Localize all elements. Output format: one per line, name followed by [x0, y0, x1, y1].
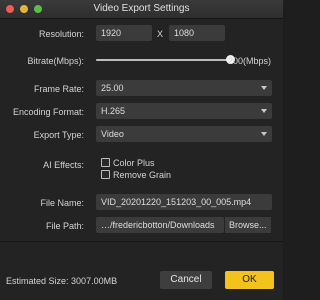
estimated-size-value: 3007.00MB — [71, 276, 118, 286]
bitrate-value: 200(Mbps) — [228, 56, 272, 66]
cancel-button[interactable]: Cancel — [160, 271, 212, 289]
video-export-settings-window: Video Export Settings Resolution: 1920 X… — [0, 0, 283, 300]
encoding-format-value: H.265 — [101, 106, 126, 116]
file-path-label: File Path: — [45, 221, 84, 231]
remove-grain-label: Remove Grain — [113, 170, 172, 180]
window-title: Video Export Settings — [93, 3, 190, 14]
export-type-select[interactable]: Video — [96, 126, 272, 142]
browse-button[interactable]: Browse... — [225, 217, 271, 233]
remove-grain-checkbox[interactable] — [101, 170, 110, 179]
color-plus-checkbox[interactable] — [101, 158, 110, 167]
frame-rate-label: Frame Rate: — [33, 84, 84, 94]
encoding-format-label: Encoding Format: — [12, 107, 84, 117]
title-bar[interactable]: Video Export Settings — [0, 0, 283, 19]
resolution-width-input[interactable]: 1920 — [96, 25, 152, 41]
chevron-down-icon — [261, 132, 267, 136]
color-plus-option[interactable]: Color Plus — [101, 158, 155, 168]
footer-divider — [0, 241, 283, 242]
bitrate-slider-track[interactable] — [96, 59, 230, 61]
resolution-height-input[interactable]: 1080 — [169, 25, 225, 41]
remove-grain-option[interactable]: Remove Grain — [101, 170, 171, 180]
chevron-down-icon — [261, 109, 267, 113]
bitrate-slider-fill — [96, 59, 230, 61]
resolution-label: Resolution: — [38, 29, 84, 39]
resolution-separator: X — [157, 29, 164, 39]
file-name-input[interactable]: VID_20201220_151203_00_005.mp4 — [96, 194, 272, 210]
file-path-input[interactable]: …/fredericbotton/Downloads — [96, 217, 224, 233]
bitrate-label: Bitrate(Mbps): — [27, 56, 84, 66]
frame-rate-select[interactable]: 25.00 — [96, 80, 272, 96]
export-type-label: Export Type: — [33, 130, 84, 140]
estimated-size-label: Estimated Size: — [6, 276, 69, 286]
frame-rate-value: 25.00 — [101, 83, 124, 93]
ai-effects-label: AI Effects: — [43, 160, 84, 170]
file-name-label: File Name: — [40, 198, 84, 208]
encoding-format-select[interactable]: H.265 — [96, 103, 272, 119]
ok-button[interactable]: OK — [225, 271, 274, 289]
chevron-down-icon — [261, 86, 267, 90]
estimated-size: Estimated Size: 3007.00MB — [6, 276, 117, 286]
color-plus-label: Color Plus — [113, 158, 155, 168]
export-type-value: Video — [101, 129, 124, 139]
